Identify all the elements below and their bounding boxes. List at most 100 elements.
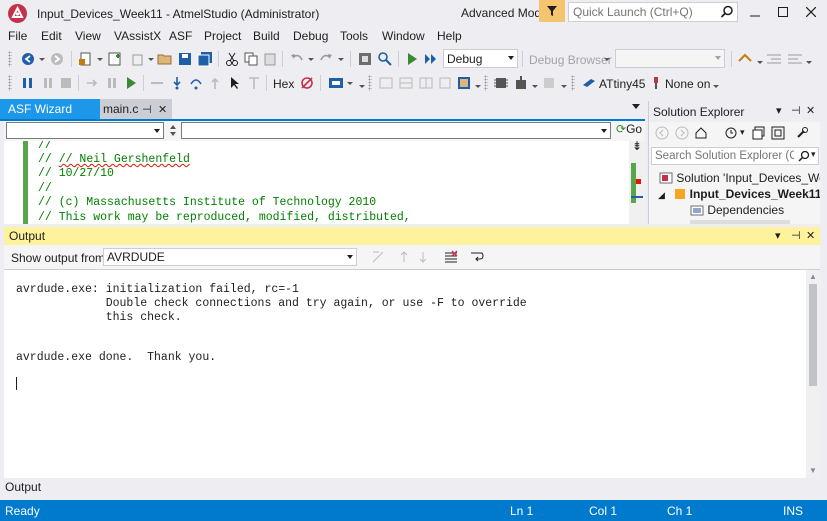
hex-toggle[interactable]: Hex bbox=[273, 77, 294, 91]
properties-icon[interactable] bbox=[795, 126, 809, 140]
filter-icon[interactable] bbox=[539, 0, 565, 22]
break-all-icon[interactable] bbox=[20, 75, 36, 91]
step-out-icon[interactable] bbox=[207, 75, 223, 91]
new-project-icon[interactable] bbox=[78, 51, 94, 67]
previous-message-icon[interactable] bbox=[397, 250, 411, 264]
redo-icon[interactable] bbox=[318, 51, 334, 67]
quick-launch-input[interactable] bbox=[569, 3, 715, 21]
build-solution-icon[interactable] bbox=[357, 51, 373, 67]
chevron-down-icon[interactable]: ▾ bbox=[776, 104, 782, 117]
io-view-icon[interactable] bbox=[418, 75, 434, 91]
chevron-down-icon[interactable] bbox=[148, 58, 154, 61]
toolbar-grip[interactable] bbox=[484, 75, 488, 91]
chevron-down-icon[interactable] bbox=[757, 61, 763, 64]
chevron-down-icon[interactable] bbox=[561, 85, 567, 88]
find-icon[interactable] bbox=[377, 51, 393, 67]
chevron-down-icon[interactable] bbox=[97, 58, 103, 61]
back-icon[interactable] bbox=[655, 126, 669, 140]
pin-icon[interactable]: ⊣ bbox=[791, 104, 801, 117]
run-to-cursor-icon[interactable] bbox=[246, 75, 262, 91]
code-editor[interactable]: // // // Neil Gershenfeld // 10/27/10 //… bbox=[4, 141, 645, 224]
menu-project[interactable]: Project bbox=[204, 29, 241, 43]
search-icon[interactable] bbox=[720, 5, 734, 19]
close-icon[interactable]: ✕ bbox=[806, 229, 815, 242]
expand-arrow-icon[interactable]: ◢ bbox=[658, 190, 665, 200]
save-icon[interactable] bbox=[177, 51, 193, 67]
menu-file[interactable]: File bbox=[8, 29, 27, 43]
menu-help[interactable]: Help bbox=[437, 29, 462, 43]
navigate-forward-icon[interactable] bbox=[49, 51, 65, 67]
pin-icon[interactable]: ⊣ bbox=[142, 103, 152, 116]
scope-spinner[interactable] bbox=[167, 122, 180, 139]
next-message-icon[interactable] bbox=[416, 250, 430, 264]
menu-view[interactable]: View bbox=[75, 29, 101, 43]
device-icon[interactable] bbox=[581, 75, 597, 91]
add-existing-icon[interactable] bbox=[130, 51, 146, 67]
show-next-statement-icon[interactable] bbox=[149, 75, 165, 91]
history-icon[interactable] bbox=[724, 126, 738, 140]
member-select[interactable] bbox=[181, 122, 611, 139]
solution-search-box[interactable]: ▾ bbox=[651, 147, 819, 165]
show-all-files-icon[interactable] bbox=[771, 126, 785, 140]
navigate-back-icon[interactable] bbox=[20, 51, 36, 67]
chevron-down-icon[interactable] bbox=[806, 61, 812, 64]
chevron-down-icon[interactable]: ▾ bbox=[740, 127, 745, 138]
solution-search-input[interactable] bbox=[652, 148, 794, 164]
word-wrap-icon[interactable] bbox=[470, 250, 484, 264]
close-icon[interactable]: ✕ bbox=[806, 104, 815, 117]
editor-scrollbar[interactable]: ⇟ bbox=[629, 141, 645, 224]
chevron-down-icon[interactable]: ▾ bbox=[775, 229, 781, 242]
menu-window[interactable]: Window bbox=[382, 29, 425, 43]
chevron-down-icon[interactable]: ▾ bbox=[811, 149, 816, 160]
clear-all-icon[interactable] bbox=[444, 250, 458, 264]
stop-icon[interactable] bbox=[58, 75, 74, 91]
close-icon[interactable]: ✕ bbox=[158, 103, 167, 116]
registers-window-icon[interactable] bbox=[378, 75, 394, 91]
tab-asf-wizard[interactable]: ASF Wizard bbox=[0, 99, 100, 119]
advanced-mode-label[interactable]: Advanced Mode bbox=[461, 6, 548, 20]
scroll-down-icon[interactable]: ▼ bbox=[809, 466, 817, 475]
chip-disabled-icon[interactable] bbox=[541, 75, 557, 91]
memory-window-icon[interactable] bbox=[398, 75, 414, 91]
menu-build[interactable]: Build bbox=[253, 29, 280, 43]
copy-icon[interactable] bbox=[243, 51, 259, 67]
open-folder-icon[interactable] bbox=[157, 51, 173, 67]
menu-vassistx[interactable]: VAssistX bbox=[114, 29, 161, 43]
save-all-icon[interactable] bbox=[197, 51, 213, 67]
add-item-icon[interactable] bbox=[107, 51, 123, 67]
cursor-icon[interactable] bbox=[227, 75, 243, 91]
processor-view-icon[interactable] bbox=[437, 75, 453, 91]
menu-edit[interactable]: Edit bbox=[41, 29, 62, 43]
outdent-icon[interactable] bbox=[787, 51, 803, 67]
find-message-icon[interactable] bbox=[371, 250, 385, 264]
clear-breakpoints-icon[interactable] bbox=[299, 75, 315, 91]
toolbar-grip[interactable] bbox=[8, 75, 12, 91]
close-window-button[interactable] bbox=[797, 2, 825, 22]
collapse-all-icon[interactable] bbox=[752, 126, 766, 140]
tool-icon[interactable] bbox=[648, 75, 664, 91]
forward-icon[interactable] bbox=[675, 126, 689, 140]
chip-program-icon[interactable] bbox=[513, 75, 529, 91]
chevron-down-icon[interactable] bbox=[532, 85, 538, 88]
output-text-area[interactable]: avrdude.exe: initialization failed, rc=-… bbox=[4, 269, 820, 479]
device-selector[interactable]: ATtiny45 bbox=[599, 77, 645, 91]
tree-item-dependencies[interactable]: Dependencies bbox=[690, 203, 784, 217]
output-scrollbar[interactable]: ▲ ▼ bbox=[806, 270, 820, 479]
toolbar-grip[interactable] bbox=[8, 51, 12, 67]
step-into-icon[interactable] bbox=[169, 75, 185, 91]
debug-browser-select[interactable] bbox=[615, 49, 725, 68]
chevron-down-icon[interactable] bbox=[359, 85, 365, 88]
solution-platform-icon[interactable] bbox=[737, 51, 753, 67]
chevron-down-icon[interactable] bbox=[39, 58, 45, 61]
pause-icon[interactable] bbox=[40, 75, 56, 91]
minimize-button[interactable] bbox=[741, 2, 769, 22]
toolbar-grip[interactable] bbox=[368, 75, 372, 91]
toolbar-grip[interactable] bbox=[571, 75, 575, 91]
tool-selector[interactable]: None on bbox=[665, 77, 710, 91]
tree-item-project[interactable]: ◢ Input_Devices_Week11 bbox=[658, 187, 820, 201]
scope-select[interactable] bbox=[6, 122, 164, 139]
menu-debug[interactable]: Debug bbox=[293, 29, 328, 43]
chevron-down-icon[interactable] bbox=[338, 58, 344, 61]
disassembly-icon[interactable] bbox=[456, 75, 472, 91]
device-programming-icon[interactable] bbox=[328, 75, 344, 91]
